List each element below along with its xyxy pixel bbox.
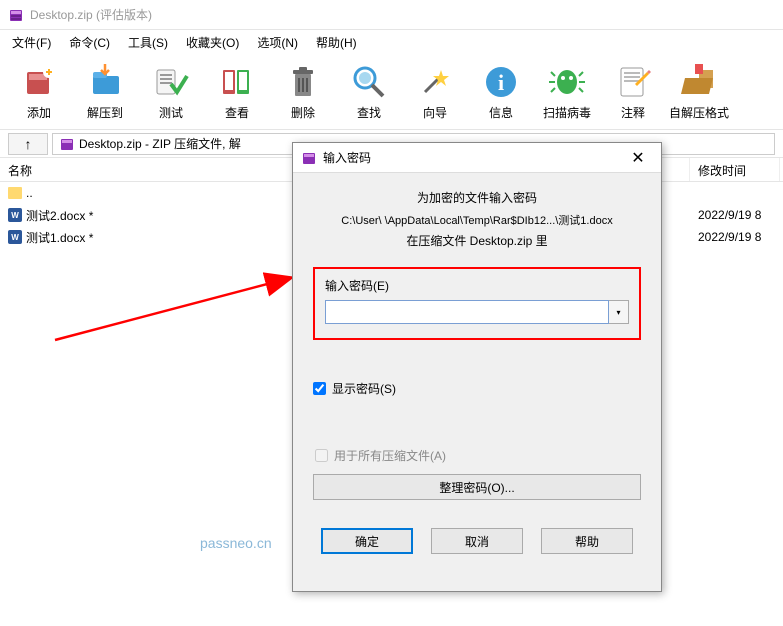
annotation-arrow [50,230,310,350]
svg-text:i: i [498,70,504,95]
all-files-checkbox[interactable] [315,449,328,462]
add-button[interactable]: 添加 [8,58,70,126]
menu-tools[interactable]: 工具(S) [120,32,176,53]
help-button[interactable]: 帮助 [541,528,633,554]
menu-help[interactable]: 帮助(H) [308,32,365,53]
ok-button[interactable]: 确定 [321,528,413,554]
delete-icon [283,62,323,102]
view-button[interactable]: 查看 [206,58,268,126]
watermark: passneo.cn [200,535,272,551]
extract-icon [85,62,125,102]
view-icon [217,62,257,102]
winrar-icon [301,150,317,166]
all-files-label: 用于所有压缩文件(A) [334,447,446,464]
window-title: Desktop.zip (评估版本) [30,6,152,23]
cancel-button[interactable]: 取消 [431,528,523,554]
wizard-button[interactable]: 向导 [404,58,466,126]
show-password-checkbox[interactable] [313,382,326,395]
delete-button[interactable]: 删除 [272,58,334,126]
sfx-icon [679,62,719,102]
password-label: 输入密码(E) [325,277,629,294]
test-button[interactable]: 测试 [140,58,202,126]
password-input-group: 输入密码(E) ▾ [313,267,641,340]
all-files-row[interactable]: 用于所有压缩文件(A) [313,447,641,464]
word-icon: W [8,208,22,222]
sfx-button[interactable]: 自解压格式 [668,58,730,126]
path-text: Desktop.zip - ZIP 压缩文件, 解 [79,135,241,152]
find-button[interactable]: 查找 [338,58,400,126]
find-icon [349,62,389,102]
dialog-title-text: 输入密码 [323,149,371,166]
folder-icon [8,187,22,199]
password-dialog: 输入密码 ✕ 为加密的文件输入密码 C:\User\ \AppData\Loca… [292,142,662,592]
dialog-path: C:\User\ \AppData\Local\Temp\Rar$DIb12..… [313,212,641,228]
up-button[interactable]: ↑ [8,133,48,155]
window-titlebar: Desktop.zip (评估版本) [0,0,783,30]
add-icon [19,62,59,102]
menubar: 文件(F) 命令(C) 工具(S) 收藏夹(O) 选项(N) 帮助(H) [0,30,783,54]
column-date[interactable]: 修改时间 [690,158,780,181]
dialog-titlebar: 输入密码 ✕ [293,143,661,173]
password-dropdown-button[interactable]: ▾ [609,300,629,324]
scan-button[interactable]: 扫描病毒 [536,58,598,126]
test-icon [151,62,191,102]
password-input[interactable] [325,300,609,324]
comment-icon [613,62,653,102]
dialog-heading: 为加密的文件输入密码 [313,189,641,206]
archive-icon [59,136,75,152]
toolbar: 添加 解压到 测试 查看 删除 查找 向导 i 信息 扫描病毒 注释 自解压格式 [0,54,783,130]
wizard-icon [415,62,455,102]
close-button[interactable]: ✕ [623,144,653,172]
info-icon: i [481,62,521,102]
organize-passwords-button[interactable]: 整理密码(O)... [313,474,641,500]
scan-icon [547,62,587,102]
show-password-row[interactable]: 显示密码(S) [313,380,641,397]
comment-button[interactable]: 注释 [602,58,664,126]
winrar-icon [8,7,24,23]
word-icon: W [8,230,22,244]
dialog-subtext: 在压缩文件 Desktop.zip 里 [313,232,641,249]
menu-options[interactable]: 选项(N) [249,32,306,53]
menu-file[interactable]: 文件(F) [4,32,59,53]
menu-favorites[interactable]: 收藏夹(O) [178,32,247,53]
info-button[interactable]: i 信息 [470,58,532,126]
show-password-label: 显示密码(S) [332,380,396,397]
menu-command[interactable]: 命令(C) [61,32,118,53]
extract-button[interactable]: 解压到 [74,58,136,126]
dialog-buttons: 确定 取消 帮助 [313,528,641,554]
